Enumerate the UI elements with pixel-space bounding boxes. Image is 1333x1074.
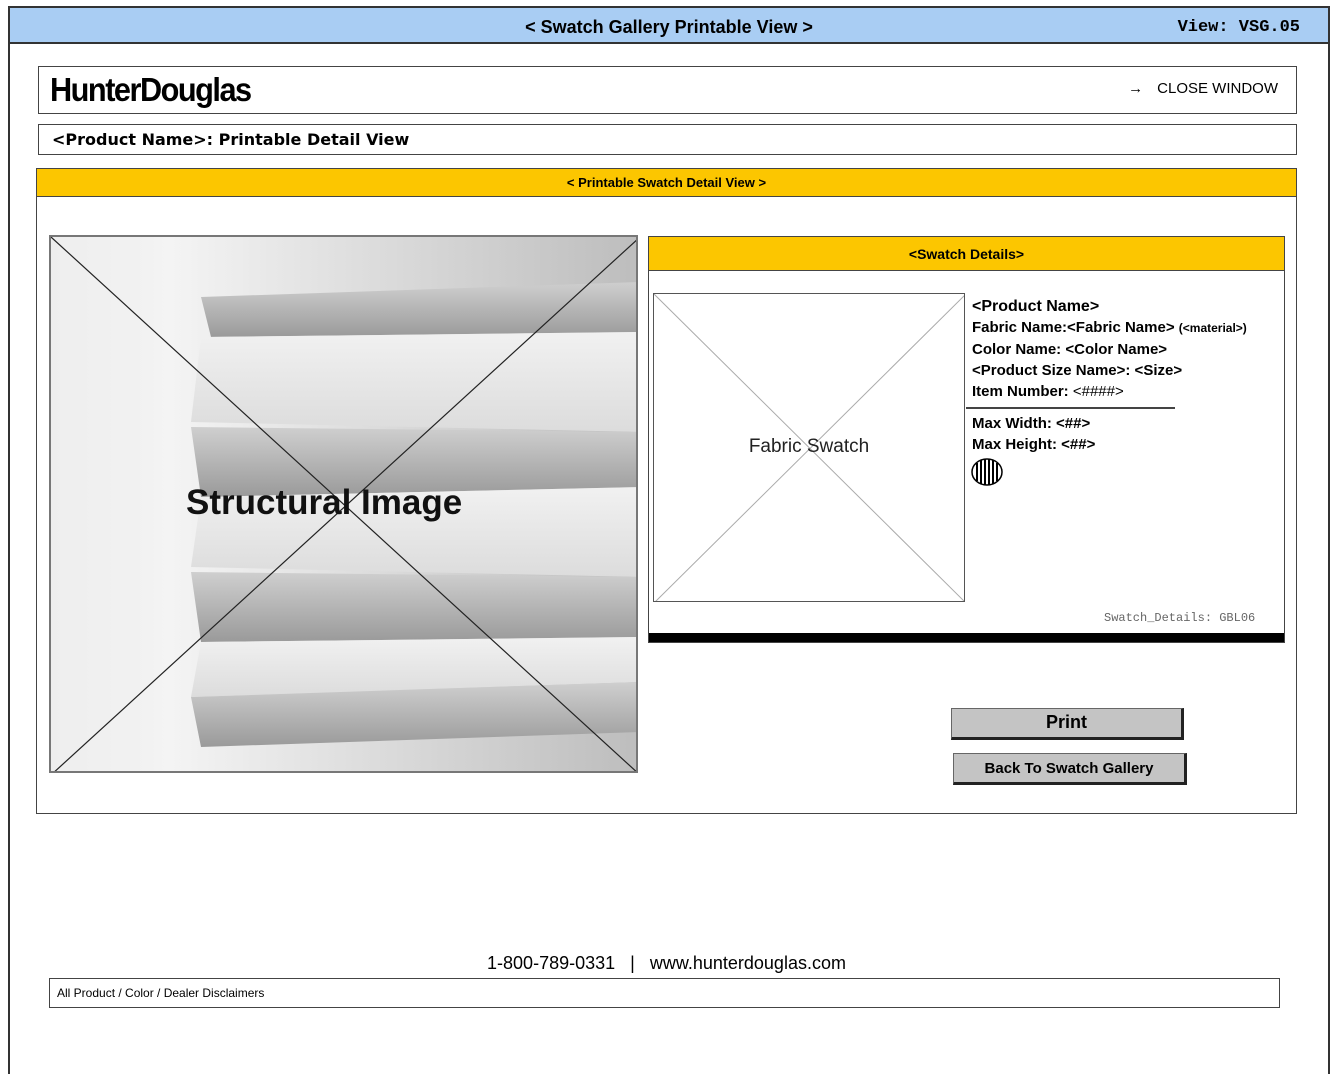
detail-panel-header: < Printable Swatch Detail View > [37, 169, 1296, 197]
swatch-product-name: <Product Name> [972, 298, 1100, 315]
close-window-label: CLOSE WINDOW [1157, 80, 1278, 97]
brand-logo: HunterDouglas [50, 71, 252, 108]
arrow-right-icon: → [1128, 80, 1144, 97]
product-title-bar: <Product Name>: Printable Detail View [38, 124, 1297, 155]
print-button[interactable]: Print [951, 708, 1184, 740]
structural-image-label: Structural Image [186, 483, 463, 522]
swatch-details-id: Swatch_Details: GBL06 [1104, 611, 1256, 625]
swatch-details-footer-bar [649, 633, 1284, 642]
page-title: < Swatch Gallery Printable View > [525, 17, 813, 37]
product-title: <Product Name>: Printable Detail View [52, 130, 410, 149]
disclaimer-text: All Product / Color / Dealer Disclaimers [57, 986, 265, 1000]
swatch-item-number-row: Item Number: <####> [972, 381, 1247, 402]
title-bar: < Swatch Gallery Printable View > View: … [8, 6, 1330, 44]
swatch-color-name: Color Name: <Color Name> [972, 341, 1168, 358]
header: HunterDouglas → CLOSE WINDOW [38, 66, 1297, 114]
structural-image: Structural Image [49, 235, 638, 773]
detail-panel-title: < Printable Swatch Detail View > [566, 175, 767, 190]
footer-phone: 1-800-789-0331 [487, 953, 616, 973]
disclaimer-box: All Product / Color / Dealer Disclaimers [49, 978, 1280, 1008]
swatch-size: <Product Size Name>: <Size> [972, 362, 1183, 379]
swatch-fabric-name: Fabric Name:<Fabric Name> [972, 319, 1175, 336]
swatch-item-number-label: Item Number: [972, 383, 1069, 400]
swatch-max-height: Max Height: <##> [972, 436, 1096, 453]
fabric-swatch-image: Fabric Swatch [653, 293, 965, 602]
swatch-details-title: <Swatch Details> [908, 246, 1025, 262]
footer-separator: | [630, 953, 635, 973]
footer-website-link[interactable]: www.hunterdouglas.com [650, 953, 846, 973]
vertical-stripes-icon [971, 458, 1005, 486]
swatch-fabric-row: Fabric Name:<Fabric Name> (<material>) [972, 317, 1247, 339]
swatch-dimensions: Max Width: <##> Max Height: <##> [972, 413, 1095, 455]
swatch-material: (<material>) [1178, 321, 1247, 335]
swatch-max-width: Max Width: <##> [972, 415, 1091, 432]
footer-contact: 1-800-789-0331 | www.hunterdouglas.com [0, 953, 1333, 974]
fabric-swatch-label: Fabric Swatch [748, 436, 870, 457]
close-window-link[interactable]: → CLOSE WINDOW [1128, 80, 1278, 97]
back-to-gallery-button[interactable]: Back To Swatch Gallery [953, 753, 1187, 785]
swatch-details-header: <Swatch Details> [649, 237, 1284, 271]
info-divider [966, 407, 1175, 409]
swatch-item-number-value: <####> [1072, 383, 1124, 400]
view-code: View: VSG.05 [1177, 18, 1300, 37]
swatch-info: <Product Name> Fabric Name:<Fabric Name>… [972, 296, 1247, 402]
